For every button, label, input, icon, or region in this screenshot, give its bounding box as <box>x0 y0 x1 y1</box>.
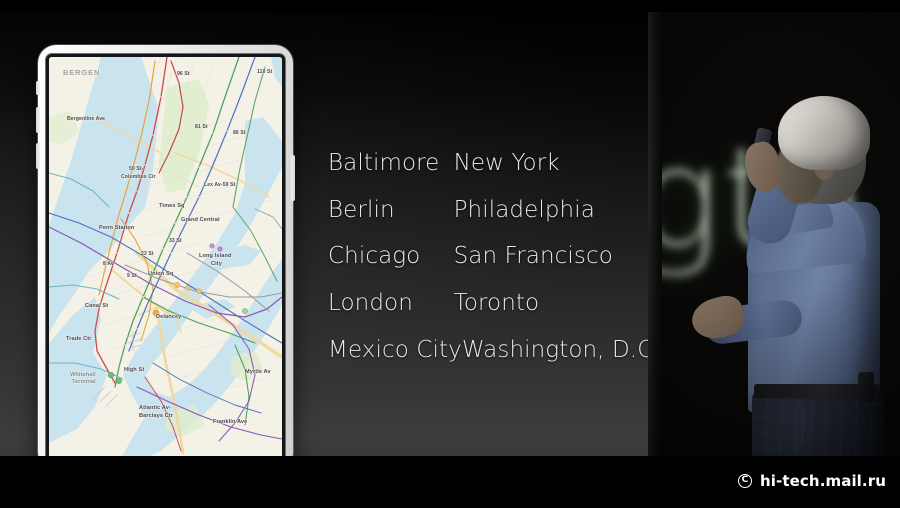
smartphone-mockup: BERGEN Bergenline Ave 96 St 110 St 81 St… <box>36 45 295 456</box>
map-label-long-island: Long Island <box>199 253 232 259</box>
map-label-8av: 8 Av <box>103 261 114 267</box>
map-label-110st: 110 St <box>257 69 273 75</box>
map-label-whitehall: Whitehall <box>70 372 96 378</box>
map-label-9st: 9 St <box>127 273 137 279</box>
map-label-delancey: Delancey <box>156 314 182 320</box>
phone-screen: BERGEN Bergenline Ave 96 St 110 St 81 St… <box>49 57 282 456</box>
city-chicago: Chicago <box>328 243 421 270</box>
map-label-times-sq: Times Sq <box>159 203 185 209</box>
presenter-jeans-pocket <box>756 396 806 444</box>
transit-map[interactable]: BERGEN Bergenline Ave 96 St 110 St 81 St… <box>49 57 282 456</box>
copyright-icon: C <box>738 474 753 488</box>
city-baltimore: Baltimore <box>328 150 440 177</box>
map-label-union-sq: Union Sq <box>148 271 174 277</box>
presenter-hair <box>778 96 870 170</box>
presenter-mic-pack <box>858 372 874 402</box>
presenter-camera-panel: gto <box>648 12 900 456</box>
city-row: London Toronto <box>328 280 628 327</box>
city-berlin: Berlin <box>328 196 395 223</box>
map-label-atlantic-av: Atlantic Av- <box>139 405 171 411</box>
city-row: Baltimore New York <box>328 140 628 187</box>
map-label-lex-av-59st: Lex Av-59 St <box>204 182 236 188</box>
map-label-myrtle-av: Myrtle Av <box>245 369 271 375</box>
map-label-trade-ctr: Trade Ctr <box>66 336 92 342</box>
city-london: London <box>328 290 413 317</box>
city-san-francisco: San Francisco <box>453 243 613 270</box>
map-label-bergen: BERGEN <box>63 68 101 77</box>
city-row: Berlin Philadelphia <box>328 187 628 234</box>
city-washington-dc: Washington, D.C. <box>461 336 648 363</box>
watermark-text: hi-tech.mail.ru <box>760 472 886 490</box>
city-philadelphia: Philadelphia <box>453 196 595 223</box>
city-new-york: New York <box>453 150 560 177</box>
watermark: C hi-tech.mail.ru <box>738 472 886 490</box>
map-label-86st: 86 St <box>233 130 246 136</box>
map-label-penn-station: Penn Station <box>99 225 135 231</box>
volume-down-button[interactable] <box>36 143 40 169</box>
power-button[interactable] <box>291 155 295 201</box>
map-label-high-st: High St <box>124 367 145 373</box>
map-label-canal-st: Canal St <box>85 303 109 309</box>
letterbox-top <box>0 0 900 12</box>
map-label-terminal: Terminal <box>72 379 96 385</box>
volume-up-button[interactable] <box>36 107 40 133</box>
map-label-96st: 96 St <box>177 71 190 77</box>
map-label-barclays-ctr: Barclays Ctr <box>139 413 174 419</box>
map-label-33st: 33 St <box>169 238 182 244</box>
map-label-23st: 23 St <box>141 251 154 257</box>
supported-cities-list: Baltimore New York Berlin Philadelphia C… <box>328 140 648 373</box>
city-row: Mexico City Washington, D.C. <box>328 326 648 373</box>
map-label-81st: 81 St <box>195 124 208 130</box>
silent-switch[interactable] <box>36 81 40 95</box>
map-label-bergenline: Bergenline Ave <box>67 116 106 122</box>
map-label-grand-central: Grand Central <box>181 217 220 223</box>
map-label-59st: 59 St- <box>129 166 144 172</box>
map-label-columbus-cir: Columbus Cir <box>121 174 156 180</box>
screenshot-stage: BERGEN Bergenline Ave 96 St 110 St 81 St… <box>0 0 900 508</box>
camera-panel-left-edge <box>648 12 662 456</box>
map-label-city: City <box>211 261 222 267</box>
city-mexico-city: Mexico City <box>328 336 462 363</box>
city-row: Chicago San Francisco <box>328 233 628 280</box>
map-label-franklin-ave: Franklin Ave <box>213 419 248 425</box>
keynote-slide-panel: BERGEN Bergenline Ave 96 St 110 St 81 St… <box>0 12 648 456</box>
city-toronto: Toronto <box>453 290 540 317</box>
